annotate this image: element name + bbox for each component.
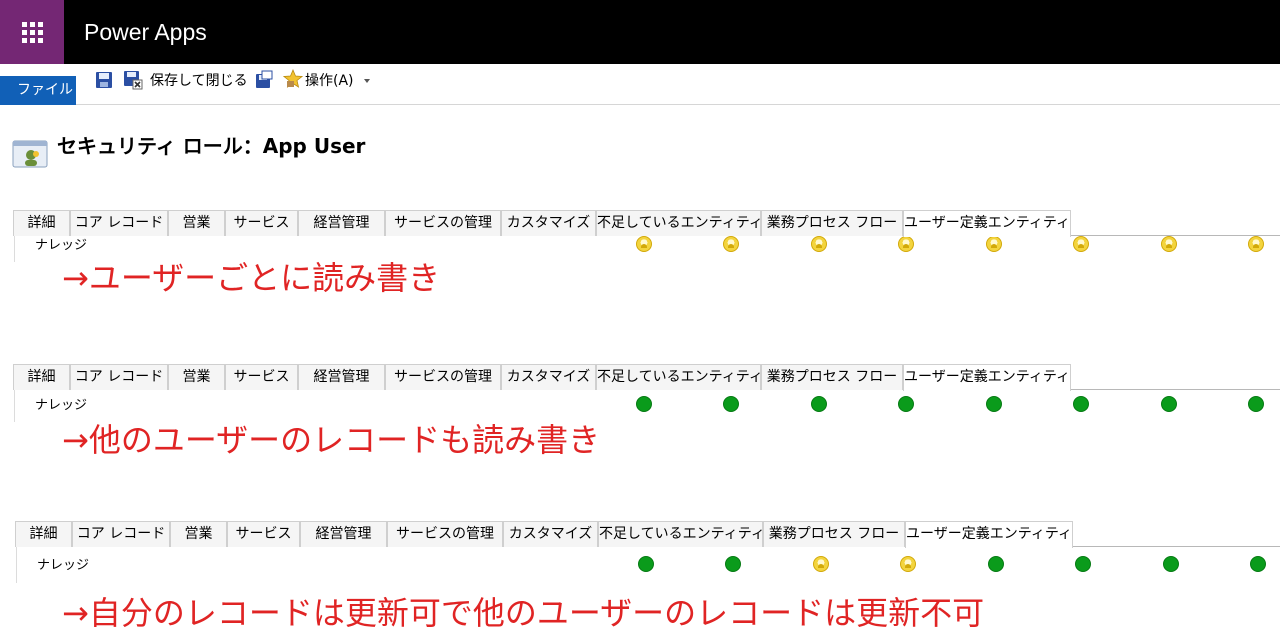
app-launcher-button[interactable] [0,0,64,64]
tab-service[interactable]: サービス [225,364,298,390]
tab-service[interactable]: サービス [227,521,300,547]
tab-missing-entities[interactable]: 不足しているエンティティ [596,364,763,390]
organization-privilege-icon[interactable] [986,396,1002,412]
row-divider [14,390,15,422]
annotation-text: →自分のレコードは更新可で他のユーザーのレコードは更新不可 [62,594,985,632]
user-privilege-icon[interactable] [898,236,914,252]
tab-custom-entities[interactable]: ユーザー定義エンティティ [903,210,1071,237]
organization-privilege-icon[interactable] [988,556,1004,572]
tab-custom-entities[interactable]: ユーザー定義エンティティ [905,521,1073,548]
user-privilege-icon[interactable] [986,236,1002,252]
actions-icon[interactable] [283,69,303,89]
organization-privilege-icon[interactable] [636,396,652,412]
organization-privilege-icon[interactable] [1163,556,1179,572]
organization-privilege-icon[interactable] [1075,556,1091,572]
tab-sales[interactable]: 営業 [168,364,225,390]
security-role-icon [12,140,48,168]
tab-sales[interactable]: 営業 [168,210,225,236]
user-privilege-icon[interactable] [813,556,829,572]
tab-missing-entities[interactable]: 不足しているエンティティ [598,521,765,547]
tab-business-management[interactable]: 経営管理 [298,210,385,236]
row-divider [14,236,15,262]
tab-strip: 詳細 コア レコード 営業 サービス 経営管理 サービスの管理 カスタマイズ 不… [15,521,1280,548]
user-privilege-icon[interactable] [1073,236,1089,252]
file-button[interactable]: ファイル [0,76,76,105]
tab-details[interactable]: 詳細 [13,364,70,390]
save-icon[interactable] [94,70,114,90]
save-as-icon[interactable] [254,70,274,90]
page-title: セキュリティ ロール：App User [57,134,366,158]
top-bar: Power Apps [0,0,1280,64]
tab-core-records[interactable]: コア レコード [70,364,168,390]
entity-label-knowledge: ナレッジ [35,238,88,253]
chevron-down-icon[interactable] [364,79,370,83]
tab-missing-entities[interactable]: 不足しているエンティティ [596,210,763,236]
tab-sales[interactable]: 営業 [170,521,227,547]
user-privilege-icon[interactable] [811,236,827,252]
tab-business-process-flows[interactable]: 業務プロセス フロー [761,364,903,390]
organization-privilege-icon[interactable] [811,396,827,412]
annotation-text: →ユーザーごとに読み書き [62,259,441,297]
tab-business-process-flows[interactable]: 業務プロセス フロー [763,521,905,547]
organization-privilege-icon[interactable] [1073,396,1089,412]
organization-privilege-icon[interactable] [725,556,741,572]
organization-privilege-icon[interactable] [898,396,914,412]
tab-business-management[interactable]: 経営管理 [298,364,385,390]
tab-custom-entities[interactable]: ユーザー定義エンティティ [903,364,1071,391]
row-divider [16,547,17,583]
tab-core-records[interactable]: コア レコード [70,210,168,236]
user-privilege-icon[interactable] [1161,236,1177,252]
waffle-icon [21,21,43,43]
annotation-text: →他のユーザーのレコードも読み書き [62,421,601,459]
app-title: Power Apps [84,19,207,45]
user-privilege-icon[interactable] [723,236,739,252]
tab-strip: 詳細 コア レコード 営業 サービス 経営管理 サービスの管理 カスタマイズ 不… [13,364,1280,391]
user-privilege-icon[interactable] [900,556,916,572]
save-close-icon[interactable] [123,70,143,90]
tab-business-process-flows[interactable]: 業務プロセス フロー [761,210,903,236]
tab-service-management[interactable]: サービスの管理 [385,210,501,236]
tab-service-management[interactable]: サービスの管理 [387,521,503,547]
save-close-button[interactable]: 保存して閉じる [150,72,248,90]
tab-details[interactable]: 詳細 [15,521,72,547]
tab-customization[interactable]: カスタマイズ [501,364,596,390]
user-privilege-icon[interactable] [1248,236,1264,252]
tab-customization[interactable]: カスタマイズ [503,521,598,547]
organization-privilege-icon[interactable] [1161,396,1177,412]
tab-details[interactable]: 詳細 [13,210,70,236]
entity-label-knowledge: ナレッジ [37,558,90,573]
organization-privilege-icon[interactable] [1248,396,1264,412]
entity-label-knowledge: ナレッジ [35,398,88,413]
organization-privilege-icon[interactable] [638,556,654,572]
tab-strip: 詳細 コア レコード 営業 サービス 経営管理 サービスの管理 カスタマイズ 不… [13,210,1280,237]
tab-core-records[interactable]: コア レコード [72,521,170,547]
actions-button[interactable]: 操作(A) [305,72,354,90]
tab-business-management[interactable]: 経営管理 [300,521,387,547]
organization-privilege-icon[interactable] [723,396,739,412]
tab-service-management[interactable]: サービスの管理 [385,364,501,390]
tab-service[interactable]: サービス [225,210,298,236]
organization-privilege-icon[interactable] [1250,556,1266,572]
tab-customization[interactable]: カスタマイズ [501,210,596,236]
user-privilege-icon[interactable] [636,236,652,252]
